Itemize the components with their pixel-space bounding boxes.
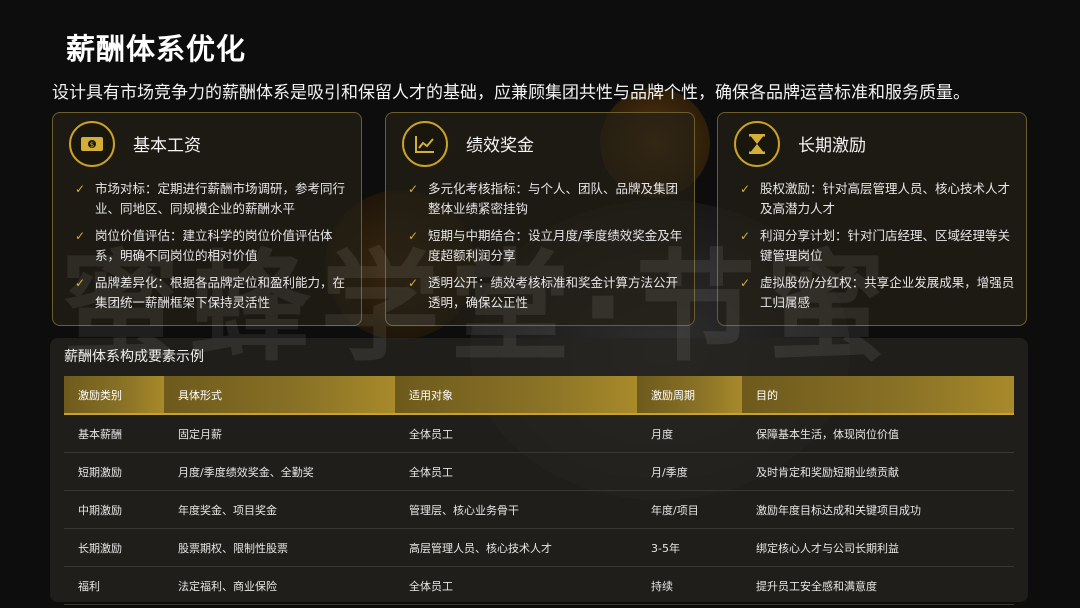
salary-structure-table: 激励类别 具体形式 适用对象 激励周期 目的 基本薪酬 固定月薪 全体员工 月度… bbox=[64, 376, 1014, 605]
table-cell: 提升员工安全感和满意度 bbox=[742, 566, 1014, 605]
check-icon: ✓ bbox=[408, 276, 419, 290]
list-item: ✓ 股权激励：针对高层管理人员、核心技术人才及高潜力人才 bbox=[740, 179, 1020, 219]
list-item: ✓ 多元化考核指标：与个人、团队、品牌及集团整体业绩紧密挂钩 bbox=[408, 179, 688, 219]
card-list: ✓ 多元化考核指标：与个人、团队、品牌及集团整体业绩紧密挂钩 ✓ 短期与中期结合：设… bbox=[408, 179, 688, 320]
list-item: ✓ 虚拟股份/分红权：共享企业发展成果，增强员工归属感 bbox=[740, 273, 1020, 313]
card-list: ✓ 市场对标：定期进行薪酬市场调研，参考同行业、同地区、同规模企业的薪酬水平 ✓ 岗… bbox=[75, 179, 355, 320]
table-cell: 保障基本生活，体现岗位价值 bbox=[742, 414, 1014, 453]
hourglass-icon bbox=[734, 121, 780, 167]
card-performance-bonus: 绩效奖金 ✓ 多元化考核指标：与个人、团队、品牌及集团整体业绩紧密挂钩 ✓ 短期与中… bbox=[385, 112, 695, 326]
check-icon: ✓ bbox=[408, 229, 419, 243]
table-cell: 股票期权、限制性股票 bbox=[164, 528, 395, 567]
table-cell: 福利 bbox=[64, 566, 164, 605]
table-row: 福利 法定福利、商业保险 全体员工 持续 提升员工安全感和满意度 bbox=[64, 566, 1014, 605]
table-cell: 法定福利、商业保险 bbox=[164, 566, 395, 605]
list-item-text: 岗位价值评估：建立科学的岗位价值评估体系，明确不同岗位的相对价值 bbox=[95, 228, 333, 263]
table-row: 长期激励 股票期权、限制性股票 高层管理人员、核心技术人才 3-5年 绑定核心人… bbox=[64, 528, 1014, 567]
line-chart-icon bbox=[402, 121, 448, 167]
check-icon: ✓ bbox=[408, 182, 419, 196]
column-header: 目的 bbox=[742, 376, 1014, 415]
check-icon: ✓ bbox=[75, 229, 86, 243]
card-title: 基本工资 bbox=[133, 136, 201, 156]
salary-structure-panel: 薪酬体系构成要素示例 激励类别 具体形式 适用对象 激励周期 目的 基本薪酬 固… bbox=[50, 338, 1028, 605]
list-item: ✓ 品牌差异化：根据各品牌定位和盈利能力，在集团统一薪酬框架下保持灵活性 bbox=[75, 273, 355, 313]
card-list: ✓ 股权激励：针对高层管理人员、核心技术人才及高潜力人才 ✓ 利润分享计划：针对门店… bbox=[740, 179, 1020, 320]
table-cell: 月/季度 bbox=[637, 452, 742, 491]
table-row: 中期激励 年度奖金、项目奖金 管理层、核心业务骨干 年度/项目 激励年度目标达成… bbox=[64, 490, 1014, 529]
table-cell: 绑定核心人才与公司长期利益 bbox=[742, 528, 1014, 567]
list-item: ✓ 短期与中期结合：设立月度/季度绩效奖金及年度超额利润分享 bbox=[408, 226, 688, 266]
table-cell: 基本薪酬 bbox=[64, 414, 164, 453]
money-icon: $ bbox=[69, 121, 115, 167]
list-item-text: 利润分享计划：针对门店经理、区域经理等关键管理岗位 bbox=[760, 228, 1011, 263]
list-item: ✓ 透明公开：绩效考核标准和奖金计算方法公开透明，确保公正性 bbox=[408, 273, 688, 313]
table-cell: 月度 bbox=[637, 414, 742, 453]
list-item: ✓ 利润分享计划：针对门店经理、区域经理等关键管理岗位 bbox=[740, 226, 1020, 266]
table-cell: 持续 bbox=[637, 566, 742, 605]
table-cell: 年度/项目 bbox=[637, 490, 742, 529]
table-cell: 固定月薪 bbox=[164, 414, 395, 453]
card-base-salary: $ 基本工资 ✓ 市场对标：定期进行薪酬市场调研，参考同行业、同地区、同规模企业的… bbox=[52, 112, 362, 326]
card-title: 长期激励 bbox=[798, 136, 866, 156]
table-cell: 中期激励 bbox=[64, 490, 164, 529]
check-icon: ✓ bbox=[740, 276, 751, 290]
list-item-text: 短期与中期结合：设立月度/季度绩效奖金及年度超额利润分享 bbox=[428, 228, 683, 263]
table-cell: 全体员工 bbox=[395, 414, 637, 453]
list-item-text: 透明公开：绩效考核标准和奖金计算方法公开透明，确保公正性 bbox=[428, 275, 679, 310]
column-header: 适用对象 bbox=[395, 376, 637, 415]
table-cell: 高层管理人员、核心技术人才 bbox=[395, 528, 637, 567]
card-long-term-incentive: 长期激励 ✓ 股权激励：针对高层管理人员、核心技术人才及高潜力人才 ✓ 利润分享计划… bbox=[717, 112, 1027, 326]
list-item-text: 多元化考核指标：与个人、团队、品牌及集团整体业绩紧密挂钩 bbox=[428, 181, 679, 216]
table-cell: 全体员工 bbox=[395, 452, 637, 491]
check-icon: ✓ bbox=[75, 182, 86, 196]
list-item-text: 品牌差异化：根据各品牌定位和盈利能力，在集团统一薪酬框架下保持灵活性 bbox=[95, 275, 346, 310]
table-cell: 年度奖金、项目奖金 bbox=[164, 490, 395, 529]
list-item-text: 虚拟股份/分红权：共享企业发展成果，增强员工归属感 bbox=[760, 275, 1015, 310]
table-cell: 管理层、核心业务骨干 bbox=[395, 490, 637, 529]
table-header-row: 激励类别 具体形式 适用对象 激励周期 目的 bbox=[64, 376, 1014, 415]
table-cell: 3-5年 bbox=[637, 528, 742, 567]
list-item: ✓ 岗位价值评估：建立科学的岗位价值评估体系，明确不同岗位的相对价值 bbox=[75, 226, 355, 266]
column-header: 激励周期 bbox=[637, 376, 742, 415]
panel-title: 薪酬体系构成要素示例 bbox=[64, 349, 204, 365]
table-cell: 及时肯定和奖励短期业绩贡献 bbox=[742, 452, 1014, 491]
table-cell: 全体员工 bbox=[395, 566, 637, 605]
page-title: 薪酬体系优化 bbox=[66, 32, 247, 66]
column-header: 激励类别 bbox=[64, 376, 164, 415]
table-row: 基本薪酬 固定月薪 全体员工 月度 保障基本生活，体现岗位价值 bbox=[64, 414, 1014, 453]
list-item-text: 市场对标：定期进行薪酬市场调研，参考同行业、同地区、同规模企业的薪酬水平 bbox=[95, 181, 346, 216]
table-row: 短期激励 月度/季度绩效奖金、全勤奖 全体员工 月/季度 及时肯定和奖励短期业绩… bbox=[64, 452, 1014, 491]
check-icon: ✓ bbox=[740, 229, 751, 243]
check-icon: ✓ bbox=[740, 182, 751, 196]
table-cell: 月度/季度绩效奖金、全勤奖 bbox=[164, 452, 395, 491]
page-subtitle: 设计具有市场竞争力的薪酬体系是吸引和保留人才的基础，应兼顾集团共性与品牌个性，确… bbox=[52, 83, 970, 103]
table-cell: 长期激励 bbox=[64, 528, 164, 567]
column-header: 具体形式 bbox=[164, 376, 395, 415]
list-item: ✓ 市场对标：定期进行薪酬市场调研，参考同行业、同地区、同规模企业的薪酬水平 bbox=[75, 179, 355, 219]
list-item-text: 股权激励：针对高层管理人员、核心技术人才及高潜力人才 bbox=[760, 181, 1011, 216]
check-icon: ✓ bbox=[75, 276, 86, 290]
svg-text:$: $ bbox=[90, 141, 94, 149]
table-cell: 短期激励 bbox=[64, 452, 164, 491]
table-cell: 激励年度目标达成和关键项目成功 bbox=[742, 490, 1014, 529]
card-title: 绩效奖金 bbox=[466, 136, 534, 156]
